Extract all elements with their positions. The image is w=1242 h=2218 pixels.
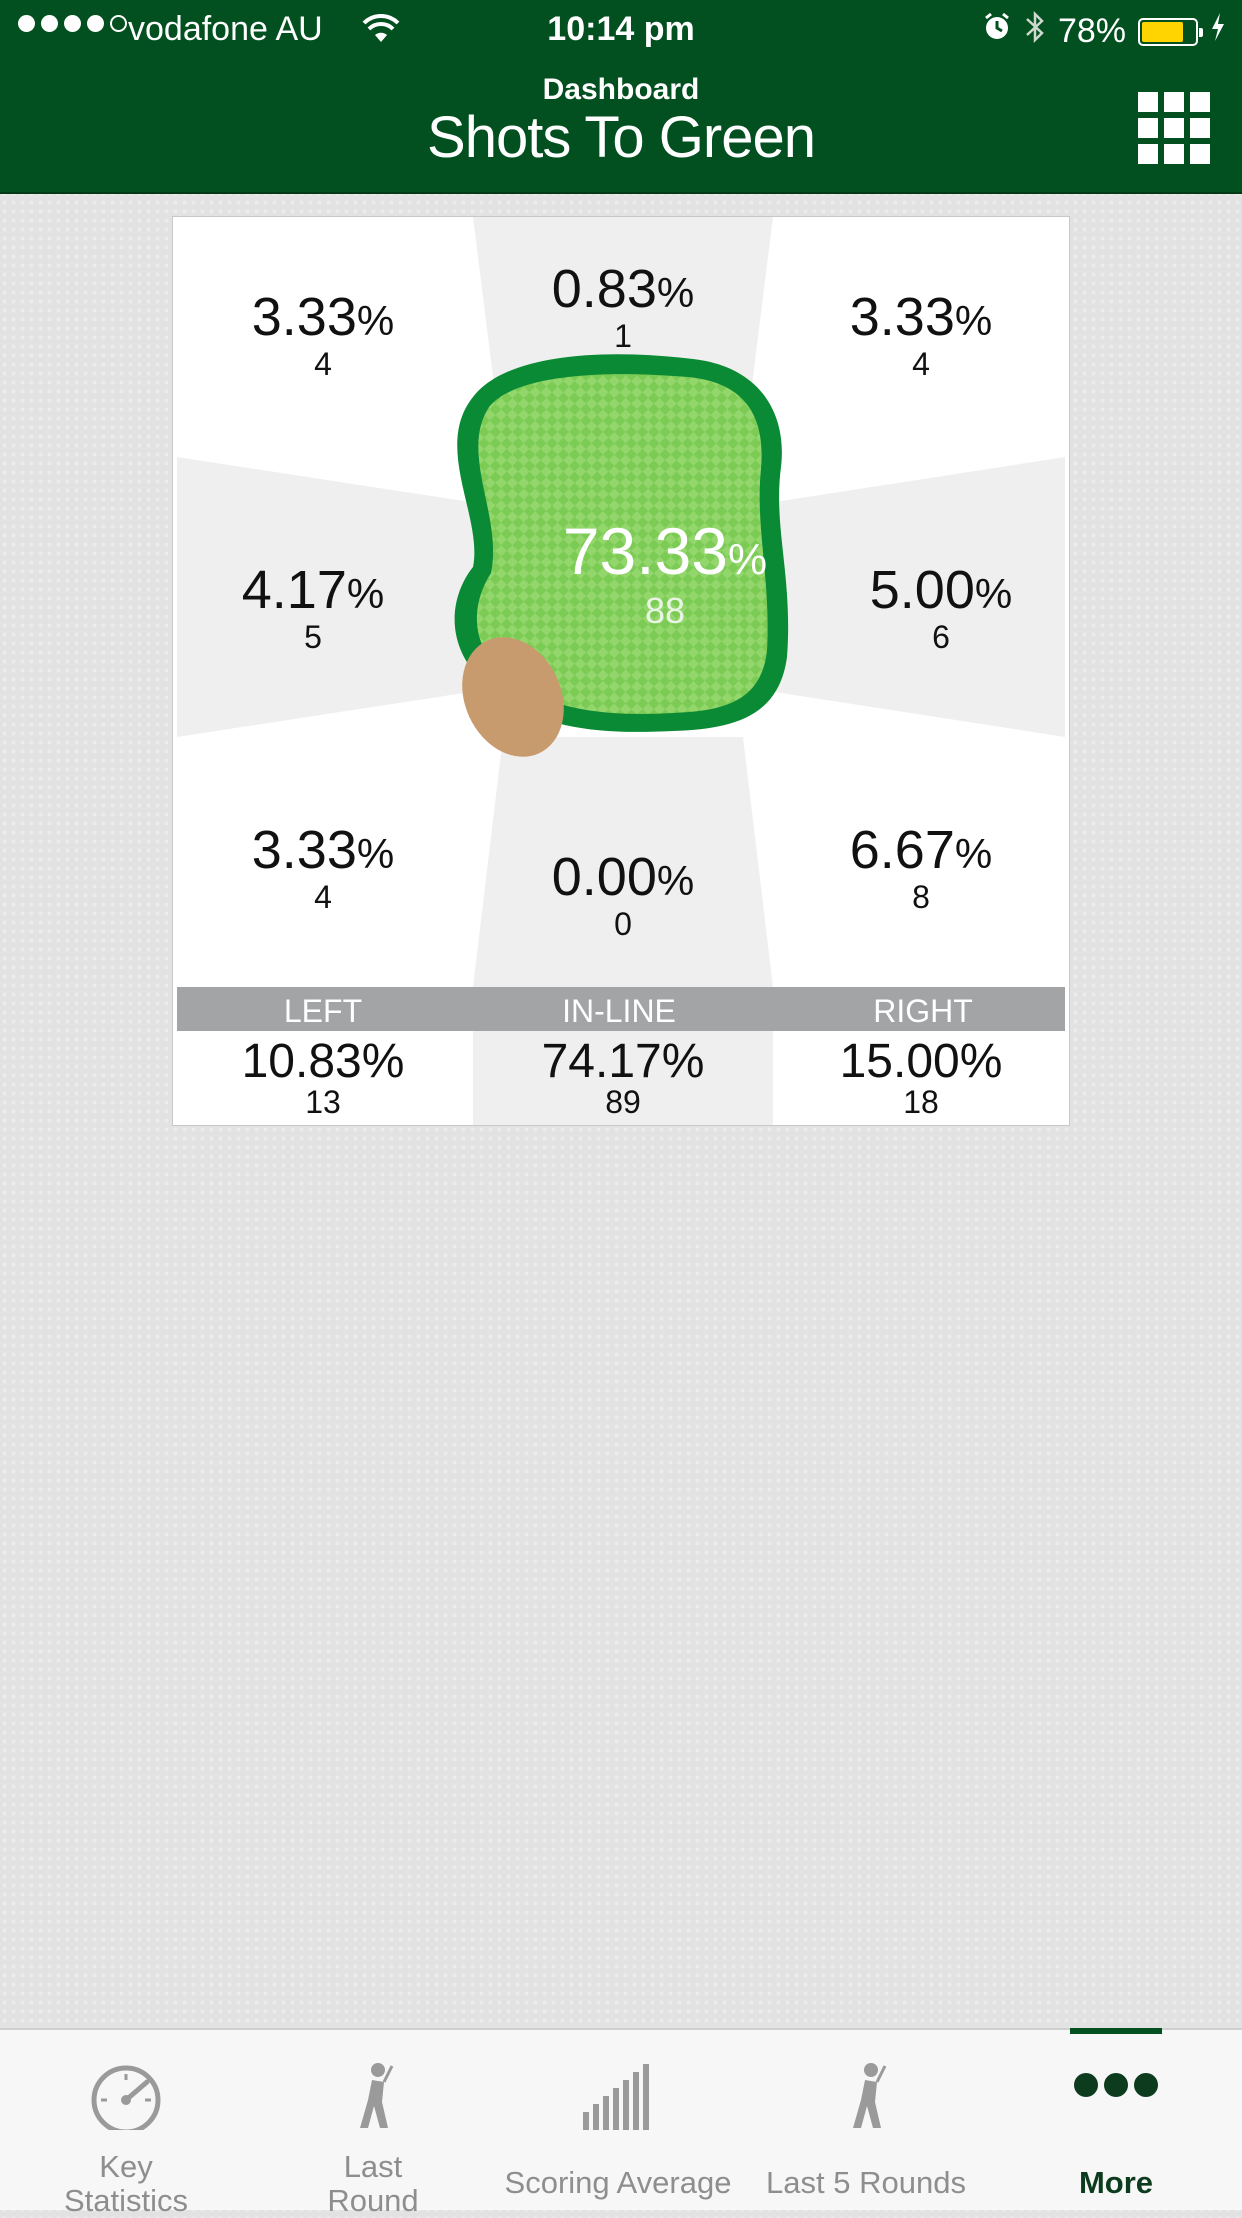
shots-to-green-card: 3.33% 4 0.83% 1 3.33% 4 4.17% 5 73.33% 8…	[172, 216, 1070, 1126]
tab-key-statistics[interactable]: Key Statistics	[0, 2030, 252, 2218]
more-dots-icon	[1074, 2073, 1158, 2097]
total-right: 15.00% 18	[839, 1035, 1003, 1120]
total-left: 10.83% 13	[241, 1035, 405, 1120]
tab-label: Scoring Average	[504, 2165, 732, 2200]
charging-icon	[1210, 12, 1226, 51]
speedometer-icon	[91, 2065, 161, 2130]
tab-last-5-rounds[interactable]: Last 5 Rounds	[742, 2030, 990, 2210]
active-tab-indicator	[1070, 2028, 1162, 2034]
tab-scoring-average[interactable]: Scoring Average	[494, 2030, 742, 2210]
tab-label: More	[1078, 2165, 1154, 2200]
shot-cell-bottom-left: 3.33% 4	[251, 820, 395, 915]
grid-menu-button[interactable]	[1138, 92, 1210, 164]
bluetooth-icon	[1024, 10, 1046, 53]
grid-icon	[1138, 92, 1158, 112]
alarm-icon	[982, 12, 1012, 51]
navigation-bar: Dashboard Shots To Green	[0, 60, 1242, 194]
status-bar: vodafone AU 10:14 pm 78%	[0, 0, 1242, 60]
total-inline: 74.17% 89	[541, 1035, 705, 1120]
shot-cell-top-center: 0.83% 1	[551, 259, 695, 354]
battery-icon	[1138, 17, 1203, 46]
golfer-icon	[853, 2063, 887, 2128]
column-label-left: LEFT	[283, 993, 363, 1029]
column-label-right: RIGHT	[873, 993, 973, 1029]
tab-last-round[interactable]: Last Round	[252, 2030, 494, 2218]
shot-cell-bottom-center: 0.00% 0	[551, 847, 695, 942]
shot-cell-on-green: 73.33% 88	[562, 514, 768, 631]
shot-cell-top-right: 3.33% 4	[849, 287, 993, 382]
shot-cell-bottom-right: 6.67% 8	[849, 820, 993, 915]
bar-chart-icon	[583, 2064, 649, 2130]
tab-more[interactable]: More	[990, 2028, 1242, 2210]
battery-percent: 78%	[1057, 12, 1126, 50]
shot-cell-mid-left: 4.17% 5	[241, 560, 385, 655]
shot-cell-top-left: 3.33% 4	[251, 287, 395, 382]
shot-cell-mid-right: 5.00% 6	[869, 560, 1013, 655]
screen-subtitle: Dashboard	[542, 73, 700, 106]
tab-bar: Key Statistics Last Round Scoring Averag…	[0, 2028, 1242, 2218]
golfer-icon	[360, 2063, 394, 2128]
tab-label: Last 5 Rounds	[766, 2165, 966, 2200]
page-title: Shots To Green	[427, 105, 816, 170]
column-label-inline: IN-LINE	[562, 993, 676, 1029]
direction-header-bar: LEFT IN-LINE RIGHT	[177, 987, 1065, 1031]
